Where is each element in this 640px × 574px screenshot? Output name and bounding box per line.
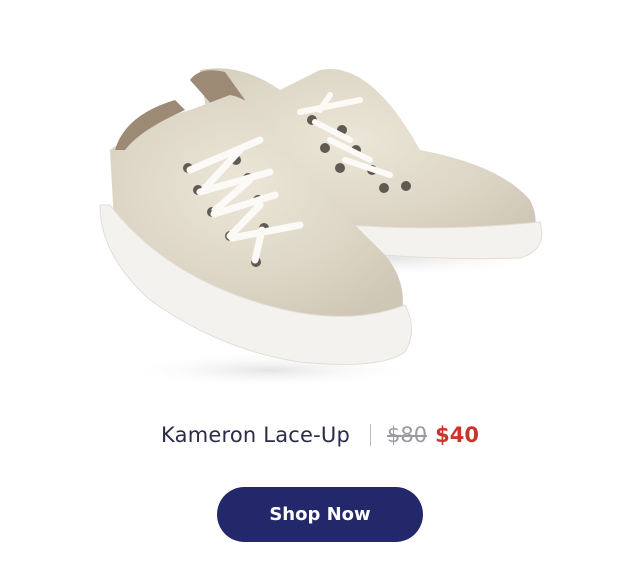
sale-price: $40 xyxy=(435,423,479,447)
divider xyxy=(370,424,372,446)
product-name[interactable]: Kameron Lace-Up xyxy=(161,423,350,447)
product-image[interactable] xyxy=(0,0,640,400)
product-info: Kameron Lace-Up $80 $40 xyxy=(0,418,640,452)
original-price: $80 xyxy=(387,423,428,447)
shop-now-button[interactable]: Shop Now xyxy=(217,487,423,542)
